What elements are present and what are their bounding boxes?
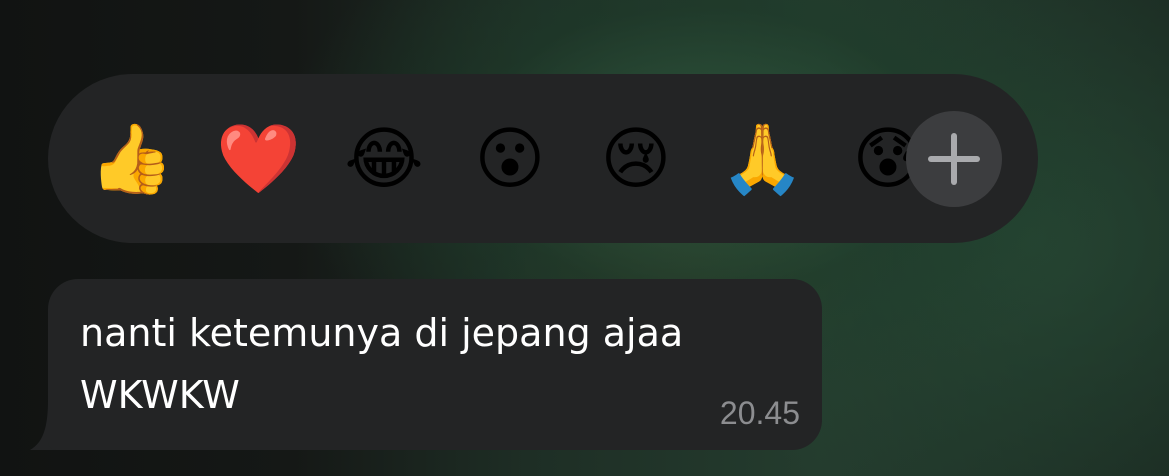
message-timestamp: 20.45 (719, 395, 800, 431)
reaction-face-with-open-mouth[interactable]: 😮 (468, 118, 552, 202)
reaction-crying-face[interactable]: 😢 (594, 118, 678, 202)
reaction-face-with-tears-of-joy[interactable]: 😂 (342, 118, 426, 202)
reaction-red-heart[interactable]: ❤️ (216, 118, 301, 202)
reaction-thumbs-up[interactable]: 👍 (89, 118, 174, 202)
message-line-1: nanti ketemunya di jepang ajaa (80, 311, 684, 355)
more-reactions-button[interactable] (906, 111, 1002, 207)
plus-icon-vertical (951, 133, 957, 185)
reaction-folded-hands[interactable]: 🙏 (720, 118, 805, 202)
message-line-2: WKWKW (80, 373, 240, 417)
